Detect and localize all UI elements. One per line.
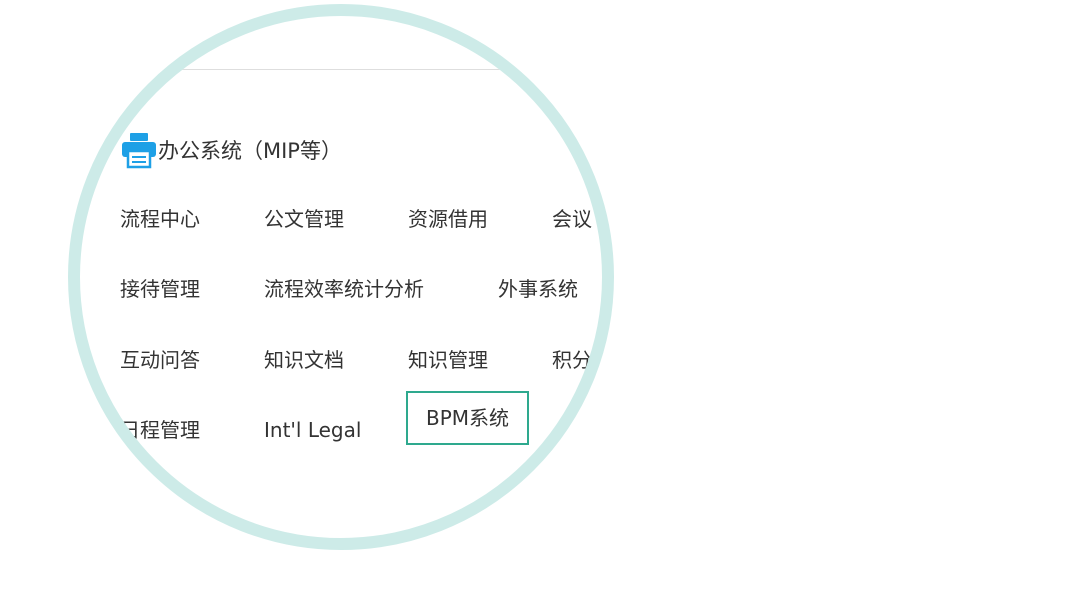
menu-item-process-center[interactable]: 流程中心 [120,207,200,231]
menu-item-points[interactable]: 积分 [552,348,592,372]
divider [80,69,602,70]
magnifier-circle: 办公系统（MIP等） 流程中心 公文管理 资源借用 会议 接待管理 流程效率统计… [68,4,614,550]
menu-item-bpm-system[interactable]: BPM系统 [406,391,530,445]
menu-item-intl-legal[interactable]: Int'l Legal [264,418,361,442]
menu-item-qa[interactable]: 互动问答 [120,348,200,372]
menu-item-foreign-affairs[interactable]: 外事系统 [498,277,578,301]
menu-item-resource-borrowing[interactable]: 资源借用 [408,207,488,231]
menu-item-knowledge-management[interactable]: 知识管理 [408,348,488,372]
menu-item-reception-management[interactable]: 接待管理 [120,277,200,301]
menu-item-schedule-management[interactable]: 日程管理 [120,418,200,442]
section-header: 办公系统（MIP等） [120,131,342,169]
section-title: 办公系统（MIP等） [158,139,342,163]
stage: 办公系统（MIP等） 流程中心 公文管理 资源借用 会议 接待管理 流程效率统计… [0,0,1080,607]
menu-item-document-management[interactable]: 公文管理 [264,207,344,231]
menu-item-knowledge-docs[interactable]: 知识文档 [264,348,344,372]
menu-item-process-efficiency-analysis[interactable]: 流程效率统计分析 [264,277,424,301]
printer-icon [120,131,158,169]
menu-item-meeting[interactable]: 会议 [552,207,592,231]
